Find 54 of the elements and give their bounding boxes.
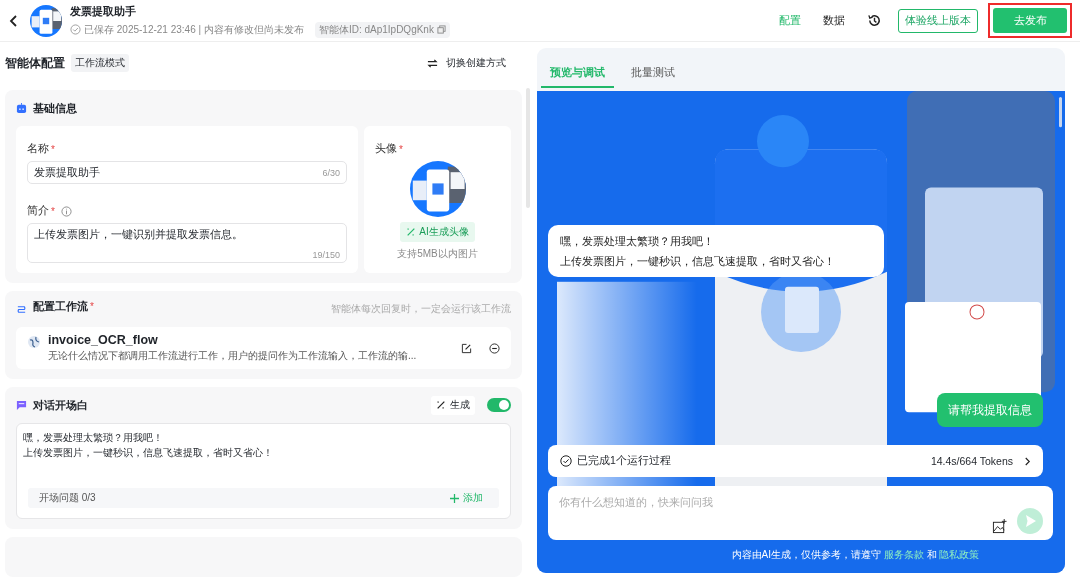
chat-icon xyxy=(16,399,27,411)
user-message: 请帮我提取信息 xyxy=(937,393,1043,427)
upload-hint: 支持5MB以内图片 xyxy=(397,247,478,261)
chat-input-field[interactable]: 你有什么想知道的，快来问问我 xyxy=(559,492,992,512)
check-circle-icon xyxy=(70,24,81,35)
plus-icon xyxy=(450,493,459,503)
bot-message: 嘿，发票处理太繁琐？用我吧！ 上传发票图片，一键秒识，信息飞速提取，省时又省心！ xyxy=(548,225,884,277)
required-mark: * xyxy=(51,143,55,155)
workflow-icon xyxy=(16,303,27,315)
privacy-link[interactable]: 隐私政策 xyxy=(939,549,980,560)
agent-title: 发票提取助手 xyxy=(70,3,137,19)
generate-button[interactable]: 生成 xyxy=(431,395,475,415)
disclaimer-text: 内容由AI生成，仅供参考，请遵守 服务条款 和 隐私政策 xyxy=(731,549,980,560)
run-status-bar[interactable]: 已完成1个运行过程 14.4s/664 Tokens xyxy=(548,445,1043,477)
save-status: 已保存 2025-12-21 23:46 | 内容有修改但尚未发布 xyxy=(84,22,304,37)
workflow-item[interactable]: invoice_OCR_flow 无论什么情况下都调用工作流进行工作，用户的提问作为工作流输入，工作流的输... xyxy=(16,327,511,369)
workflow-description: 无论什么情况下都调用工作流进行工作，用户的提问作为工作流输入，工作流的输... xyxy=(48,349,418,363)
char-count: 6/30 xyxy=(322,167,340,178)
char-count: 19/150 xyxy=(312,250,340,260)
agent-id-tag: 智能体ID: dAp1IpDQgKnk xyxy=(314,21,450,38)
history-icon[interactable] xyxy=(867,13,882,28)
switch-mode-button[interactable]: 切换创建方式 xyxy=(427,56,506,70)
preview-tab[interactable]: 批量测试 xyxy=(622,60,684,88)
edit-icon[interactable] xyxy=(461,342,472,354)
questions-count: 开场问题 0/3 xyxy=(39,491,96,505)
run-status: 已完成1个运行过程 xyxy=(577,454,671,468)
terms-link[interactable]: 服务条款 xyxy=(883,549,924,560)
required-mark: * xyxy=(90,301,94,312)
required-mark: * xyxy=(51,205,55,217)
mode-tag: 工作流模式 xyxy=(71,54,129,72)
toggle-switch[interactable] xyxy=(487,398,511,412)
field-label: 头像 xyxy=(375,142,397,156)
add-image-icon[interactable] xyxy=(992,519,1007,534)
back-icon[interactable] xyxy=(8,14,20,27)
workflow-name: invoice_OCR_flow xyxy=(48,333,159,347)
required-mark: * xyxy=(399,143,403,155)
remove-icon[interactable] xyxy=(489,342,500,354)
intro-field[interactable]: 上传发票图片，一键识别并提取发票信息。 19/150 xyxy=(27,223,347,263)
field-label: 简介 xyxy=(27,204,49,218)
chat-input-box[interactable]: 你有什么想知道的，快来问问我 xyxy=(548,486,1053,540)
check-circle-icon xyxy=(560,455,572,467)
opening-text-field[interactable]: 嘿，发票处理太繁琐？用我吧！ 上传发票图片，一键秒识，信息飞速提取，省时又省心！ xyxy=(23,430,499,488)
card-title: 基础信息 xyxy=(33,100,77,116)
swap-icon xyxy=(427,57,438,69)
card-title: 配置工作流 xyxy=(33,299,88,314)
run-stats: 14.4s/664 Tokens xyxy=(930,455,1013,467)
card-title: 对话开场白 xyxy=(33,397,88,413)
field-label: 名称 xyxy=(27,142,49,156)
chevron-right-icon xyxy=(1024,456,1031,466)
name-field[interactable]: 发票提取助手 6/30 xyxy=(27,161,347,184)
nav-tab[interactable]: 数据 xyxy=(817,13,851,28)
section-title: 智能体配置 xyxy=(5,54,65,72)
robot-icon xyxy=(16,102,27,114)
info-icon xyxy=(60,205,72,217)
